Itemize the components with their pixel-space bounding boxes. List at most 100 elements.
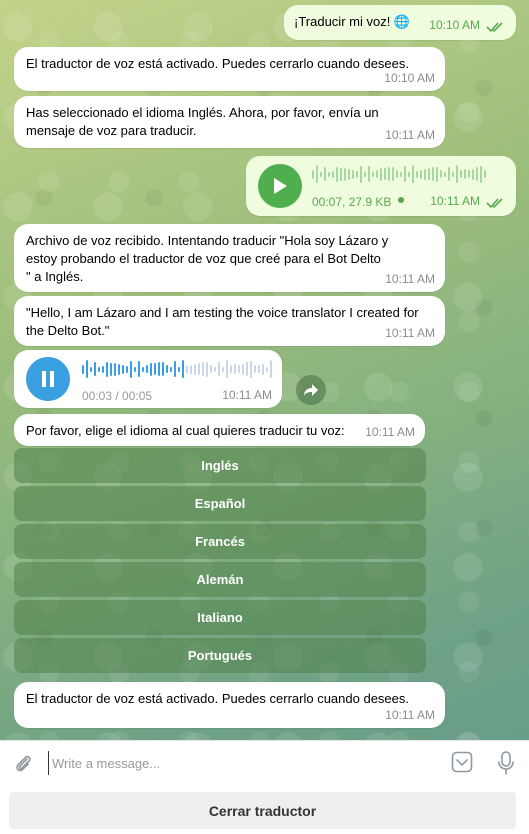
- waveform-bar: [316, 165, 318, 183]
- incoming-message[interactable]: Por favor, elige el idioma al cual quier…: [14, 414, 425, 446]
- waveform-bar: [312, 169, 314, 179]
- waveform-bar: [372, 171, 374, 177]
- keyboard-button-espanol[interactable]: Español: [14, 486, 426, 521]
- voice-record-button[interactable]: [494, 750, 518, 776]
- waveform-bar: [230, 365, 232, 373]
- outgoing-voice-message[interactable]: 00:07, 27.9 KB 10:11 AM: [246, 156, 516, 216]
- message-time: 10:10 AM: [384, 71, 435, 85]
- waveform-bar: [254, 365, 256, 373]
- message-time: 10:11 AM: [430, 194, 480, 208]
- keyboard-toggle-button[interactable]: [450, 750, 474, 774]
- waveform-bar: [134, 366, 136, 372]
- waveform-bar: [456, 165, 458, 183]
- waveform-bar: [392, 167, 394, 181]
- message-time: 10:11 AM: [385, 272, 435, 286]
- message-time: 10:11 AM: [385, 708, 435, 722]
- waveform-bar: [262, 363, 264, 375]
- incoming-message[interactable]: El traductor de voz está activado. Puede…: [14, 682, 445, 728]
- voice-waveform: [82, 359, 272, 379]
- waveform-bar: [142, 366, 144, 372]
- waveform-bar: [138, 361, 140, 377]
- waveform-bar: [250, 360, 252, 378]
- share-button[interactable]: [296, 375, 326, 405]
- waveform-bar: [118, 363, 120, 375]
- waveform-bar: [166, 365, 168, 373]
- play-icon: [274, 178, 287, 194]
- waveform-bar: [258, 365, 260, 373]
- waveform-bar: [468, 170, 470, 178]
- waveform-bar: [126, 365, 128, 373]
- close-translator-button[interactable]: Cerrar traductor: [9, 792, 516, 829]
- waveform-bar: [82, 364, 84, 374]
- incoming-message[interactable]: Archivo de voz recibido. Intentando trad…: [14, 224, 445, 292]
- waveform-bar: [154, 363, 156, 375]
- keyboard-button-portugues[interactable]: Portugués: [14, 638, 426, 673]
- chat-area[interactable]: ¡Traducir mi voz! 🌐 10:10 AM El traducto…: [0, 0, 529, 740]
- waveform-bar: [412, 165, 414, 183]
- waveform-bar: [388, 167, 390, 181]
- waveform-bar: [340, 167, 342, 181]
- waveform-bar: [376, 170, 378, 178]
- waveform-bar: [190, 364, 192, 374]
- waveform-bar: [396, 170, 398, 178]
- waveform-bar: [448, 167, 450, 181]
- waveform-bar: [182, 360, 184, 378]
- waveform-bar: [404, 166, 406, 182]
- waveform-bar: [384, 168, 386, 180]
- incoming-message[interactable]: El traductor de voz está activado. Puede…: [14, 47, 445, 91]
- waveform-bar: [222, 366, 224, 372]
- keyboard-icon: [451, 751, 473, 773]
- waveform-bar: [344, 167, 346, 181]
- waveform-bar: [336, 166, 338, 182]
- message-text: El traductor de voz está activado. Puede…: [26, 56, 409, 71]
- waveform-bar: [206, 361, 208, 377]
- microphone-icon: [498, 751, 514, 775]
- waveform-bar: [110, 362, 112, 376]
- waveform-bar: [408, 171, 410, 177]
- message-composer: [0, 740, 529, 784]
- waveform-bar: [194, 363, 196, 375]
- waveform-bar: [432, 167, 434, 181]
- waveform-bar: [348, 168, 350, 180]
- waveform-bar: [460, 170, 462, 178]
- waveform-bar: [400, 171, 402, 177]
- waveform-bar: [436, 166, 438, 182]
- waveform-bar: [210, 365, 212, 373]
- message-time: 10:11 AM: [365, 425, 415, 439]
- message-text: ¡Traducir mi voz! 🌐: [294, 14, 411, 29]
- incoming-message[interactable]: Has seleccionado el idioma Inglés. Ahora…: [14, 96, 445, 148]
- pause-button[interactable]: [26, 357, 70, 401]
- waveform-bar: [234, 364, 236, 374]
- waveform-bar: [162, 362, 164, 376]
- message-time: 10:11 AM: [222, 388, 272, 402]
- waveform-bar: [246, 362, 248, 376]
- message-time: 10:10 AM: [429, 18, 480, 32]
- keyboard-button-italiano[interactable]: Italiano: [14, 600, 426, 635]
- double-check-icon: [486, 198, 503, 209]
- waveform-bar: [114, 362, 116, 376]
- keyboard-button-ingles[interactable]: Inglés: [14, 448, 426, 483]
- share-icon: [304, 384, 318, 396]
- outgoing-message[interactable]: ¡Traducir mi voz! 🌐 10:10 AM: [284, 5, 516, 40]
- message-time: 10:11 AM: [385, 326, 435, 340]
- waveform-bar: [90, 366, 92, 372]
- waveform-bar: [452, 171, 454, 177]
- waveform-bar: [368, 166, 370, 182]
- message-text: Archivo de voz recibido. Intentando trad…: [26, 233, 389, 284]
- waveform-bar: [102, 365, 104, 373]
- keyboard-button-frances[interactable]: Francés: [14, 524, 426, 559]
- waveform-bar: [266, 366, 268, 372]
- waveform-bar: [420, 169, 422, 179]
- waveform-bar: [94, 362, 96, 376]
- waveform-bar: [480, 165, 482, 183]
- attach-button[interactable]: [10, 751, 36, 777]
- message-input[interactable]: [48, 751, 438, 775]
- play-button[interactable]: [258, 164, 302, 208]
- attach-icon: [16, 755, 31, 772]
- waveform-bar: [158, 362, 160, 376]
- incoming-message[interactable]: "Hello, I am Lázaro and I am testing the…: [14, 296, 445, 346]
- keyboard-button-aleman[interactable]: Alemán: [14, 562, 426, 597]
- message-text: Por favor, elige el idioma al cual quier…: [26, 423, 345, 438]
- waveform-bar: [106, 361, 108, 377]
- incoming-voice-message[interactable]: 00:03 / 00:05 10:11 AM: [14, 350, 282, 408]
